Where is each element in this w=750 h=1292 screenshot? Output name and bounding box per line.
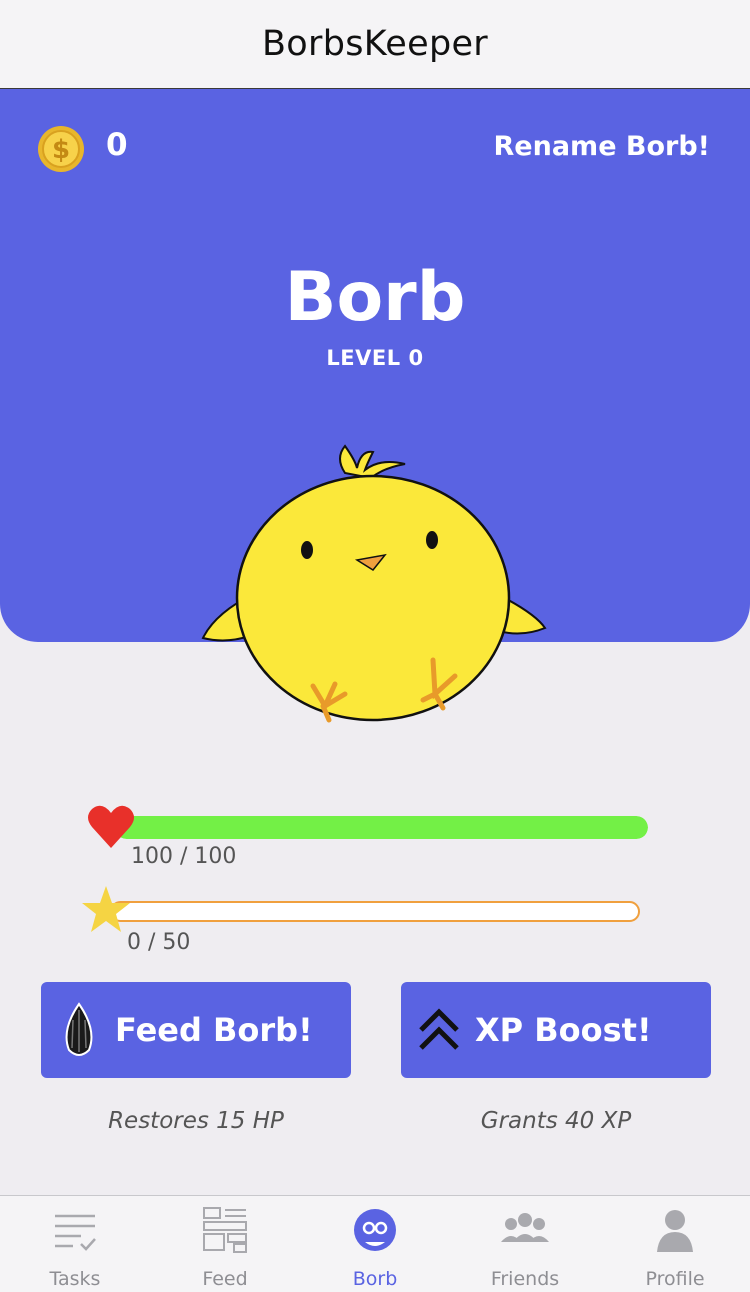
nav-bar: BorbsKeeper <box>0 0 750 89</box>
xp-bar <box>110 901 640 922</box>
tab-bar: Tasks Feed Borb Friends Profile <box>0 1195 750 1292</box>
star-icon <box>82 886 130 932</box>
xp-boost-label: XP Boost! <box>475 1011 652 1049</box>
tab-label: Profile <box>645 1268 705 1290</box>
feed-icon <box>203 1207 247 1253</box>
app-title: BorbsKeeper <box>262 24 488 64</box>
profile-icon <box>657 1210 693 1252</box>
borb-level: LEVEL 0 <box>326 346 424 370</box>
hp-text: 100 / 100 <box>131 844 237 869</box>
seed-icon <box>65 1002 93 1056</box>
borb-name: Borb <box>284 258 466 337</box>
tab-borb[interactable]: Borb <box>300 1196 450 1292</box>
rename-borb-button[interactable]: Rename Borb! <box>494 131 710 162</box>
double-chevron-up-icon <box>419 1008 459 1050</box>
heart-icon <box>88 805 134 848</box>
coin-icon: $ <box>38 126 84 172</box>
feed-borb-description: Restores 15 HP <box>108 1108 284 1134</box>
borb-chick-image <box>201 444 547 723</box>
hp-bar-fill <box>115 816 648 839</box>
xp-boost-description: Grants 40 XP <box>480 1108 632 1134</box>
tasks-icon <box>55 1214 96 1251</box>
tab-label: Feed <box>202 1268 248 1290</box>
hp-bar <box>115 816 648 839</box>
xp-boost-button[interactable]: XP Boost! <box>401 982 711 1078</box>
tab-label: Tasks <box>49 1268 101 1290</box>
svg-text:$: $ <box>52 135 70 165</box>
tab-label: Borb <box>352 1268 398 1290</box>
feed-borb-label: Feed Borb! <box>115 1011 313 1049</box>
tab-tasks[interactable]: Tasks <box>0 1196 150 1292</box>
borb-icon <box>354 1209 396 1251</box>
feed-borb-button[interactable]: Feed Borb! <box>41 982 351 1078</box>
coin-count: 0 <box>106 127 128 163</box>
xp-text: 0 / 50 <box>127 930 191 955</box>
friends-icon <box>501 1213 549 1242</box>
tab-feed[interactable]: Feed <box>150 1196 300 1292</box>
tab-friends[interactable]: Friends <box>450 1196 600 1292</box>
tab-label: Friends <box>490 1268 560 1290</box>
tab-profile[interactable]: Profile <box>600 1196 750 1292</box>
